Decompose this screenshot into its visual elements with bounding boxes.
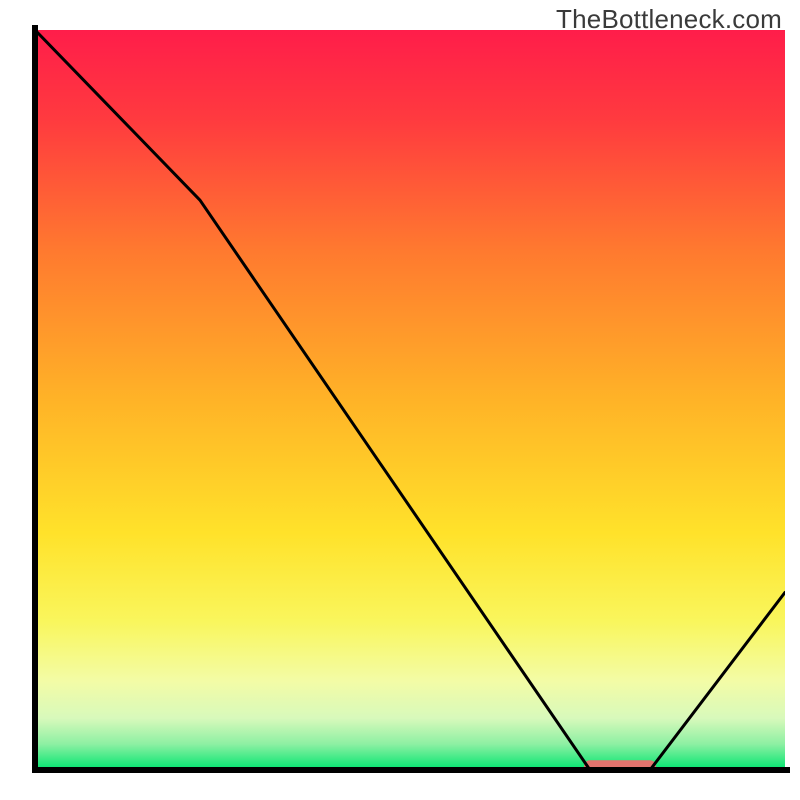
gradient-background: [35, 30, 785, 770]
watermark-text: TheBottleneck.com: [556, 4, 782, 35]
chart-container: TheBottleneck.com: [0, 0, 800, 800]
bottleneck-chart: [0, 0, 800, 800]
